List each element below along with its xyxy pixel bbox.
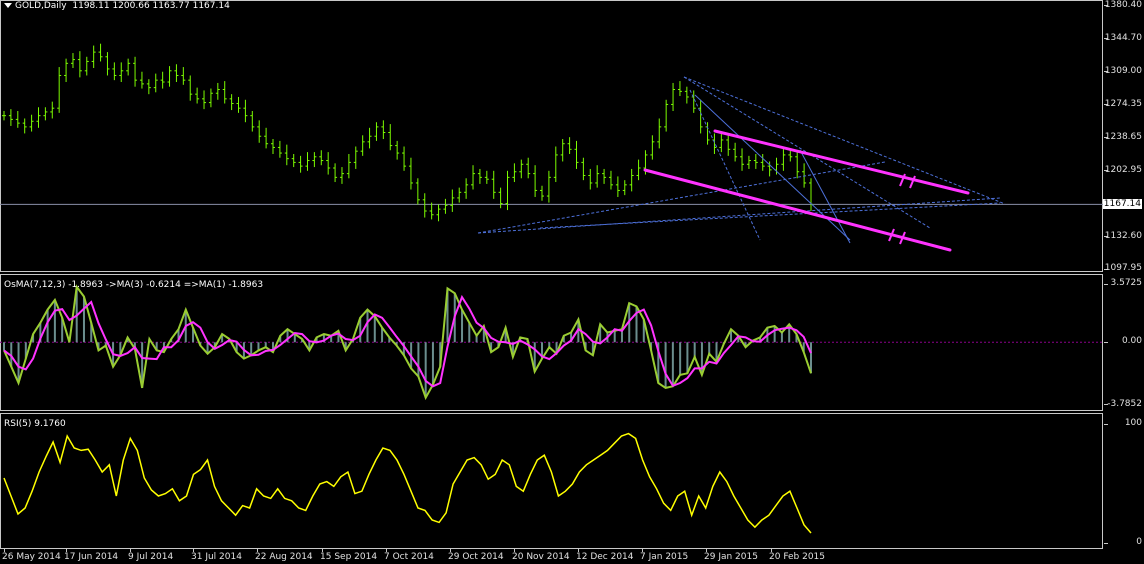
date-label: 7 Jan 2015 (640, 552, 689, 562)
price-chart[interactable] (0, 0, 1104, 272)
price-tick: 1097.95 (1104, 263, 1142, 273)
price-tick: 1202.95 (1104, 165, 1142, 175)
rsi-chart[interactable] (0, 413, 1104, 549)
rsi-tick-mark (1104, 543, 1108, 544)
rsi-panel[interactable]: RSI(5) 9.1760 100 0 (0, 413, 1144, 549)
price-tick: 1132.60 (1104, 231, 1142, 241)
fan-line (683, 76, 1006, 205)
rsi-tick-mark (1104, 424, 1108, 425)
date-label: 31 Jul 2014 (191, 552, 242, 562)
dropdown-triangle-icon[interactable] (4, 3, 12, 8)
rsi-line (3, 432, 812, 534)
osma-panel[interactable]: OsMA(7,12,3) -1.8963 ->MA(3) -0.6214 =>M… (0, 274, 1144, 411)
date-label: 20 Nov 2014 (512, 552, 570, 562)
current-price-label: 1167.14 (1102, 199, 1142, 209)
osma-tick-mark (1104, 342, 1108, 343)
osma-tick: 0.00 (1121, 336, 1142, 346)
date-label: 7 Oct 2014 (384, 552, 434, 562)
osma-tick-mark (1104, 284, 1108, 285)
date-label: 15 Sep 2014 (320, 552, 378, 562)
osma-axis: 3.5725 0.00 -3.7852 (1104, 274, 1144, 411)
upper-trendline (713, 129, 970, 195)
price-tick: 1309.00 (1104, 66, 1142, 76)
date-label: 9 Jul 2014 (128, 552, 174, 562)
rsi-title: RSI(5) 9.1760 (4, 419, 66, 429)
fan-line (477, 161, 886, 234)
osma-title: OsMA(7,12,3) -1.8963 ->MA(3) -0.6214 =>M… (4, 280, 264, 290)
lower-trendline (643, 168, 952, 252)
symbol-name: GOLD,Daily (15, 1, 67, 11)
price-panel[interactable]: GOLD,Daily 1198.11 1200.66 1163.77 1167.… (0, 0, 1144, 273)
rsi-tick: 0 (1136, 537, 1142, 547)
osma-chart[interactable] (0, 274, 1104, 411)
rsi-tick: 100 (1124, 418, 1142, 428)
fan-line (477, 197, 1001, 234)
date-label: 26 May 2014 (2, 552, 61, 562)
price-tick: 1238.65 (1104, 132, 1142, 142)
date-label: 29 Jan 2015 (704, 552, 758, 562)
price-tick: 1274.35 (1104, 99, 1142, 109)
price-tick: 1344.70 (1104, 33, 1142, 43)
date-label: 22 Aug 2014 (255, 552, 313, 562)
price-axis: 1380.40 1344.70 1309.00 1274.35 1238.65 … (1102, 0, 1144, 273)
price-tick: 1380.40 (1104, 0, 1142, 10)
date-label: 17 Jun 2014 (64, 552, 119, 562)
time-axis: 26 May 2014 17 Jun 2014 9 Jul 2014 31 Ju… (0, 549, 1144, 564)
symbol-title: GOLD,Daily 1198.11 1200.66 1163.77 1167.… (4, 1, 230, 11)
date-label: 12 Dec 2014 (576, 552, 634, 562)
ohlc-values: 1198.11 1200.66 1163.77 1167.14 (72, 1, 230, 11)
osma-tick: 3.5725 (1110, 278, 1143, 288)
rsi-axis: 100 0 (1104, 413, 1144, 549)
date-label: 29 Oct 2014 (448, 552, 504, 562)
date-label: 20 Feb 2015 (769, 552, 826, 562)
osma-tick: -3.7852 (1107, 399, 1142, 409)
